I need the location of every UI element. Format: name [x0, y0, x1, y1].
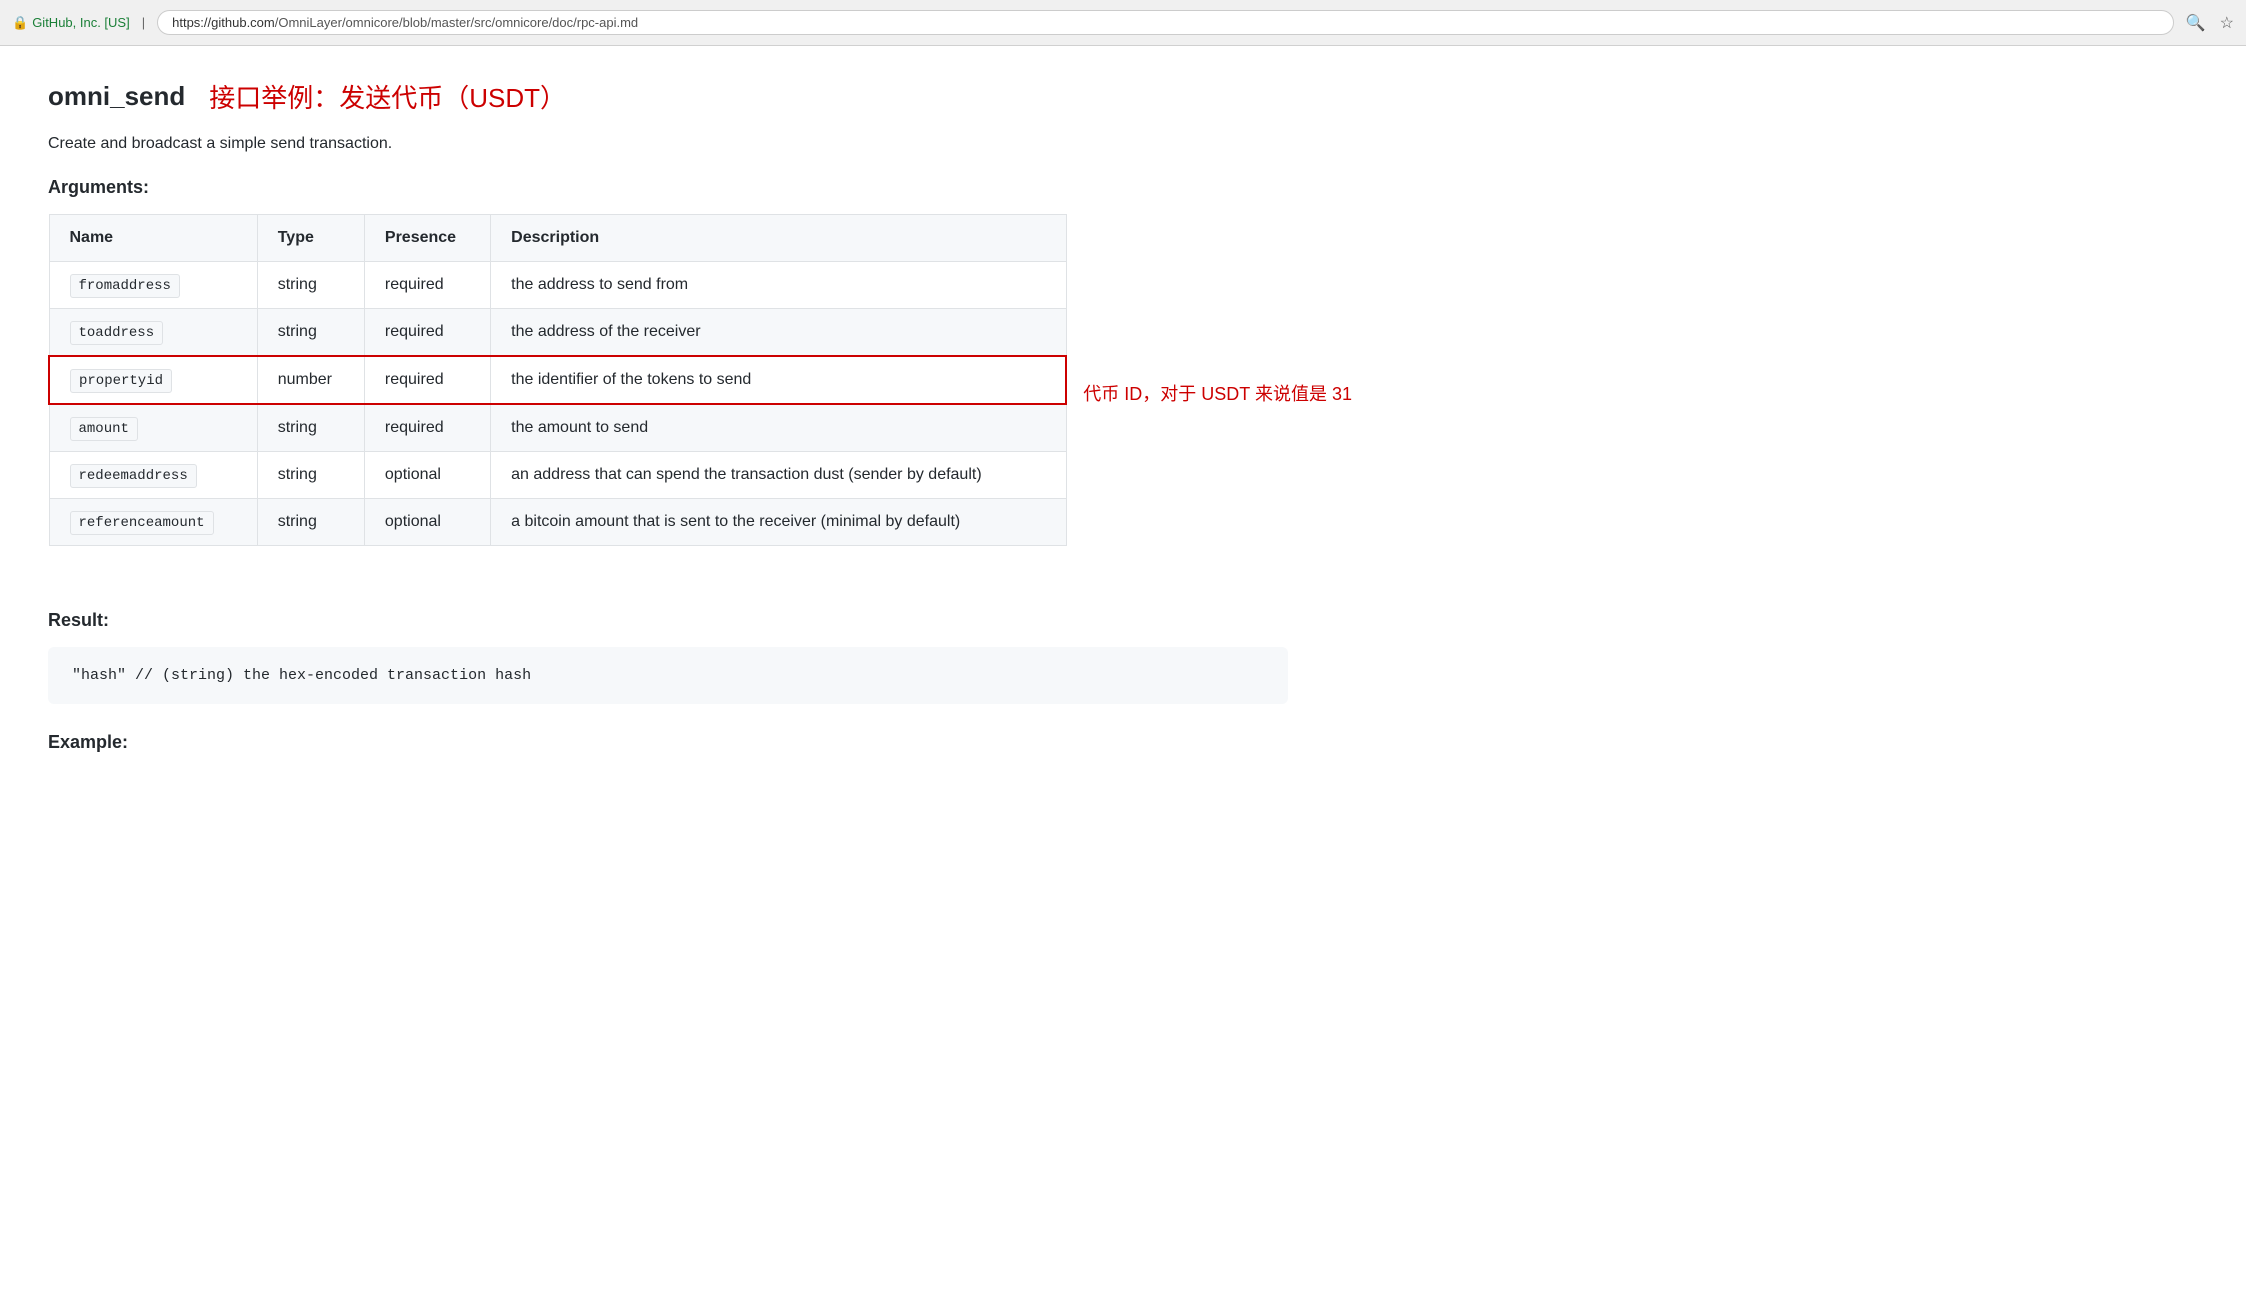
- col-description: Description: [491, 215, 1067, 262]
- example-section-title: Example:: [48, 732, 1352, 753]
- example-section: Example:: [48, 732, 1352, 753]
- table-row: fromaddress stringrequiredthe address to …: [49, 262, 1066, 309]
- param-name: propertyid: [70, 369, 172, 393]
- param-type: string: [257, 404, 364, 452]
- page-content: omni_send 接口举例：发送代币（USDT） Create and bro…: [0, 46, 1400, 785]
- param-type: string: [257, 499, 364, 546]
- result-section-title: Result:: [48, 610, 1352, 631]
- table-row: toaddress stringrequiredthe address of th…: [49, 309, 1066, 357]
- col-presence: Presence: [364, 215, 490, 262]
- bookmark-icon[interactable]: ☆: [2220, 13, 2234, 33]
- browser-icons: 🔍 ☆: [2186, 13, 2234, 33]
- param-name: toaddress: [70, 321, 164, 345]
- param-name: amount: [70, 417, 138, 441]
- result-section: Result: "hash" // (string) the hex-encod…: [48, 610, 1352, 704]
- page-header: omni_send 接口举例：发送代币（USDT）: [48, 78, 1352, 115]
- param-presence: required: [364, 404, 490, 452]
- param-presence: required: [364, 262, 490, 309]
- param-name: redeemaddress: [70, 464, 197, 488]
- url-text: https://github.com/OmniLayer/omnicore/bl…: [172, 15, 638, 30]
- param-name: referenceamount: [70, 511, 214, 535]
- table-row: amount stringrequiredthe amount to send: [49, 404, 1066, 452]
- browser-chrome: 🔒 GitHub, Inc. [US] | https://github.com…: [0, 0, 2246, 46]
- security-badge: 🔒 GitHub, Inc. [US]: [12, 15, 130, 31]
- url-separator: |: [142, 15, 145, 30]
- param-description: an address that can spend the transactio…: [491, 452, 1067, 499]
- param-description: a bitcoin amount that is sent to the rec…: [491, 499, 1067, 546]
- param-presence: required: [364, 356, 490, 404]
- api-name: omni_send: [48, 81, 185, 112]
- table-header-row: Name Type Presence Description: [49, 215, 1066, 262]
- table-row: propertyid numberrequiredthe identifier o…: [49, 356, 1066, 404]
- param-name: fromaddress: [70, 274, 180, 298]
- table-row: redeemaddress stringoptionalan address th…: [49, 452, 1066, 499]
- url-bar[interactable]: https://github.com/OmniLayer/omnicore/bl…: [157, 10, 2174, 35]
- param-presence: required: [364, 309, 490, 357]
- url-path: /OmniLayer/omnicore/blob/master/src/omni…: [275, 15, 638, 30]
- param-description: the identifier of the tokens to send: [491, 356, 1067, 404]
- col-type: Type: [257, 215, 364, 262]
- param-type: string: [257, 262, 364, 309]
- col-name: Name: [49, 215, 257, 262]
- arguments-table: Name Type Presence Description fromaddre…: [48, 214, 1067, 546]
- param-description: the address to send from: [491, 262, 1067, 309]
- param-type: string: [257, 452, 364, 499]
- param-type: string: [257, 309, 364, 357]
- param-presence: optional: [364, 499, 490, 546]
- result-code: "hash" // (string) the hex-encoded trans…: [72, 667, 531, 684]
- table-row: referenceamount stringoptionala bitcoin a…: [49, 499, 1066, 546]
- param-description: the address of the receiver: [491, 309, 1067, 357]
- table-annotation: 代币 ID，对于 USDT 来说值是 31: [1067, 214, 1352, 406]
- arguments-section-title: Arguments:: [48, 177, 1352, 198]
- security-label: GitHub, Inc. [US]: [32, 15, 130, 30]
- param-presence: optional: [364, 452, 490, 499]
- param-type: number: [257, 356, 364, 404]
- page-description: Create and broadcast a simple send trans…: [48, 135, 1352, 153]
- url-base: https://github.com: [172, 15, 275, 30]
- table-container: Name Type Presence Description fromaddre…: [48, 214, 1352, 578]
- search-icon[interactable]: 🔍: [2186, 13, 2206, 33]
- param-description: the amount to send: [491, 404, 1067, 452]
- lock-icon: 🔒: [12, 15, 28, 31]
- chinese-title: 接口举例：发送代币（USDT）: [209, 78, 566, 115]
- propertyid-annotation: 代币 ID，对于 USDT 来说值是 31: [1083, 380, 1352, 406]
- result-code-block: "hash" // (string) the hex-encoded trans…: [48, 647, 1288, 704]
